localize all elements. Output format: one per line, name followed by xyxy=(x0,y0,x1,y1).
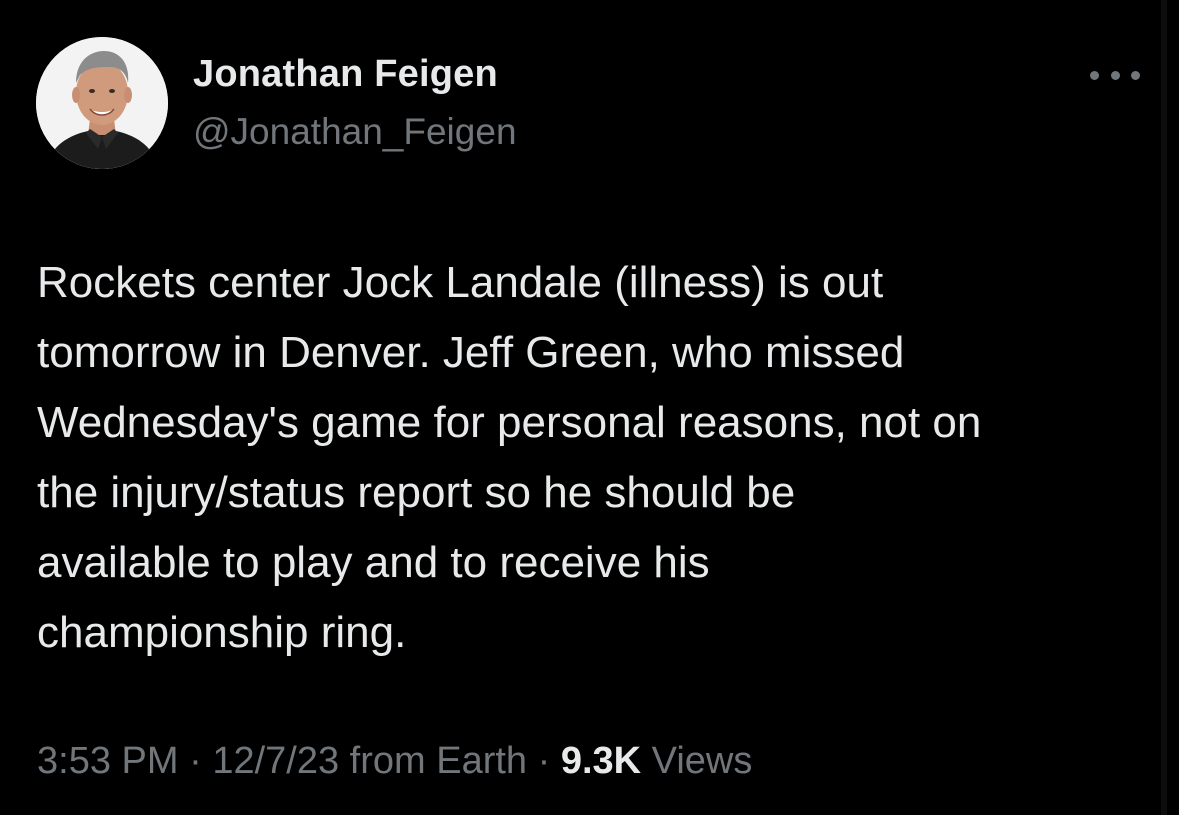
more-dot xyxy=(1110,70,1120,80)
more-dot xyxy=(1131,70,1140,80)
tweet-text: Rockets center Jock Landale (illness) is… xyxy=(37,248,1147,668)
views-count[interactable]: 9.3K xyxy=(561,740,641,782)
avatar-photo xyxy=(36,37,168,169)
tweet-card: Jonathan Feigen @Jonathan_Feigen Rockets… xyxy=(0,0,1179,815)
tweet-text-line: championship ring. xyxy=(37,608,407,657)
tweet-text-line: the injury/status report so he should be xyxy=(37,468,796,517)
tweet-meta: 3:53 PM · 12/7/23 from Earth · 9.3K View… xyxy=(37,740,752,783)
meta-separator: · xyxy=(527,740,561,782)
views-label: Views xyxy=(641,740,753,782)
tweet-text-line: tomorrow in Denver. Jeff Green, who miss… xyxy=(37,328,905,377)
more-dot xyxy=(1090,70,1099,80)
more-horizontal-icon[interactable] xyxy=(1090,62,1140,88)
tweet-time[interactable]: 3:53 PM xyxy=(37,740,179,782)
tweet-date[interactable]: 12/7/23 xyxy=(212,740,339,782)
meta-separator: · xyxy=(178,740,213,782)
scrollbar-track xyxy=(1161,0,1167,815)
author-handle[interactable]: @Jonathan_Feigen xyxy=(193,111,517,153)
tweet-text-line: available to play and to receive his xyxy=(37,538,710,587)
author-name[interactable]: Jonathan Feigen xyxy=(193,53,498,96)
tweet-text-line: Wednesday's game for personal reasons, n… xyxy=(37,398,982,447)
tweet-text-line: Rockets center Jock Landale (illness) is… xyxy=(37,258,884,307)
tweet-source: from Earth xyxy=(339,740,528,782)
avatar[interactable] xyxy=(36,37,168,169)
